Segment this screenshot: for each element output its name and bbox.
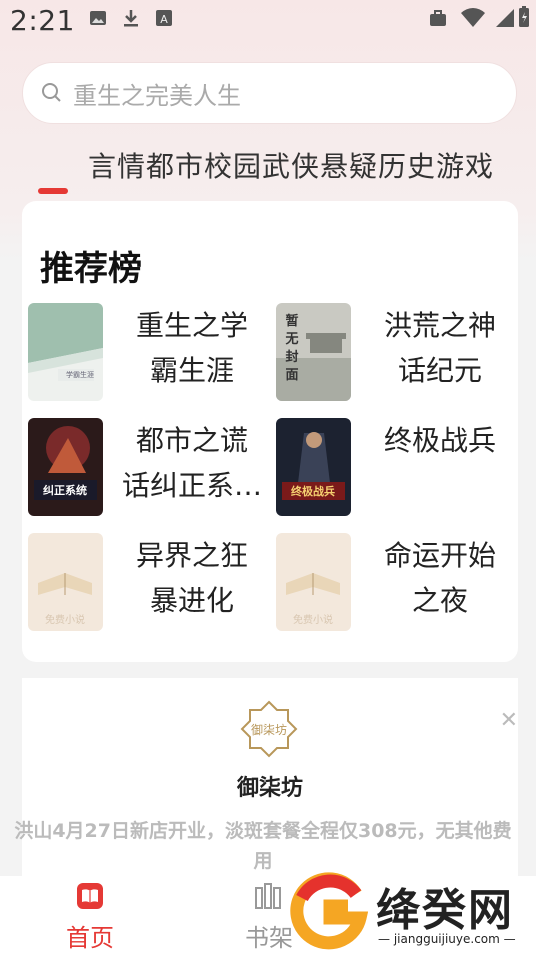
- status-bar: 2:21 A: [0, 0, 536, 44]
- book-item[interactable]: 终极战兵 终极战兵: [270, 418, 518, 522]
- search-bar[interactable]: 重生之完美人生: [22, 62, 517, 124]
- download-icon: [124, 10, 138, 27]
- section-title: 推荐榜: [40, 249, 142, 289]
- nav-home-label: 首页: [66, 924, 114, 952]
- recommend-card: 推荐榜 学霸生涯 重生之学 霸生涯 暂无封面 洪荒之神 话纪元 纠正系统 都市之谎话…: [22, 201, 518, 662]
- book-item[interactable]: 纠正系统 都市之谎 话纠正系…: [22, 418, 270, 522]
- bookshelf-icon: [255, 883, 281, 909]
- svg-text:纠正系统: 纠正系统: [43, 483, 87, 497]
- svg-text:面: 面: [285, 368, 298, 383]
- nav-home[interactable]: 首页: [45, 882, 135, 953]
- book-icon: [77, 883, 103, 909]
- watermark-text: 绛癸网: [376, 885, 514, 936]
- signal-icon: [496, 9, 514, 27]
- active-tab-indicator: [38, 188, 68, 194]
- svg-text:暂: 暂: [285, 313, 298, 329]
- ad-name: 御柒坊: [236, 776, 303, 801]
- close-icon[interactable]: ✕: [500, 708, 518, 733]
- book-item[interactable]: 暂无封面 洪荒之神 话纪元: [270, 303, 518, 407]
- search-placeholder: 重生之完美人生: [73, 81, 241, 110]
- text-icon: A: [156, 10, 172, 26]
- wifi-icon: [461, 8, 485, 27]
- book-title[interactable]: 都市之谎 话纠正系…: [120, 418, 264, 508]
- ad-banner[interactable]: 御柒坊 御柒坊 洪山4月27日新店开业，淡斑套餐全程仅308元，无其他费用 ✕: [14, 678, 518, 888]
- book-title[interactable]: 异界之狂 暴进化: [120, 533, 264, 623]
- svg-text:免费小说: 免费小说: [45, 613, 85, 626]
- svg-text:A: A: [160, 13, 168, 26]
- book-cover[interactable]: 终极战兵: [276, 418, 351, 516]
- book-cover[interactable]: 暂无封面: [276, 303, 351, 401]
- book-cover[interactable]: 免费小说: [28, 533, 103, 631]
- svg-text:无: 无: [284, 332, 298, 347]
- book-title[interactable]: 终极战兵: [368, 418, 512, 463]
- svg-text:免费小说: 免费小说: [293, 613, 333, 626]
- book-item[interactable]: 免费小说 异界之狂 暴进化: [22, 533, 270, 637]
- watermark-logo: [290, 872, 368, 950]
- book-title[interactable]: 洪荒之神 话纪元: [368, 303, 512, 393]
- ad-description: 洪山4月27日新店开业，淡斑套餐全程仅308元，无其他费用: [14, 820, 512, 872]
- book-cover[interactable]: 学霸生涯: [28, 303, 103, 401]
- watermark: 绛癸网 — jiangguijiuye.com —: [290, 868, 536, 957]
- book-item[interactable]: 学霸生涯 重生之学 霸生涯: [22, 303, 270, 407]
- category-tabs[interactable]: 言情都市校园武侠悬疑历史游戏: [88, 145, 494, 185]
- ad-logo: 御柒坊: [240, 700, 298, 758]
- watermark-url: — jiangguijiuye.com —: [378, 932, 516, 946]
- ad-logo-text: 御柒坊: [251, 722, 287, 737]
- book-title[interactable]: 命运开始 之夜: [368, 533, 512, 623]
- gallery-icon: [90, 11, 106, 25]
- search-icon: [42, 83, 61, 102]
- status-time: 2:21: [10, 4, 75, 37]
- svg-text:学霸生涯: 学霸生涯: [66, 370, 94, 379]
- briefcase-icon: [430, 10, 446, 26]
- svg-text:封: 封: [285, 349, 298, 365]
- svg-text:终极战兵: 终极战兵: [291, 484, 335, 498]
- battery-icon: [519, 6, 529, 27]
- book-item[interactable]: 免费小说 命运开始 之夜: [270, 533, 518, 637]
- book-cover[interactable]: 免费小说: [276, 533, 351, 631]
- book-title[interactable]: 重生之学 霸生涯: [120, 303, 264, 393]
- book-cover[interactable]: 纠正系统: [28, 418, 103, 516]
